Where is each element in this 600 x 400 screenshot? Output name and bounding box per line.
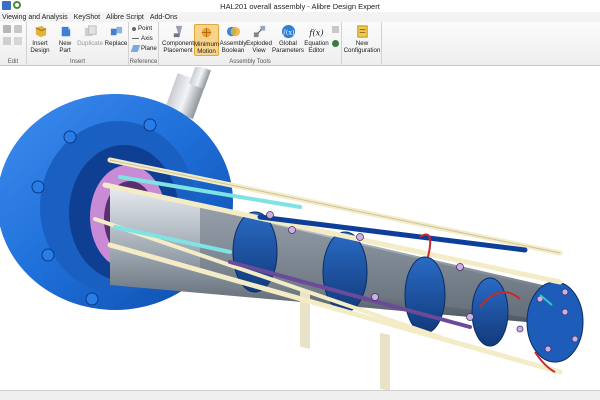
equation-editor-icon: f(x) (309, 27, 324, 37)
new-part-label-2: Part (59, 47, 71, 54)
ribbon-group-reference: Point Axis Plane Reference (129, 22, 159, 66)
insert-design-label-1: Insert (32, 40, 48, 47)
insert-design-button[interactable]: Insert Design (29, 24, 51, 54)
plane-label: Plane (141, 45, 157, 52)
global-parameters-label-1: Global (279, 40, 297, 47)
ribbon-group-configuration: New Configuration (342, 22, 382, 66)
component-placement-label-2: Placement (163, 47, 193, 54)
replace-button[interactable]: Replace (105, 24, 127, 47)
minimum-motion-label-2: Motion (197, 48, 216, 55)
equation-editor-button[interactable]: f(x) Equation Editor (303, 24, 330, 54)
menu-item-keyshot[interactable]: KeyShot (74, 14, 100, 21)
exploded-view-icon (253, 25, 265, 38)
assembly-boolean-label-1: Assembly (219, 40, 247, 47)
cad-viewport[interactable] (0, 67, 600, 390)
equation-editor-label-1: Equation (304, 40, 329, 47)
new-configuration-button[interactable]: New Configuration (344, 24, 380, 54)
assembly-boolean-label-2: Boolean (221, 47, 245, 54)
axis-label: Axis (141, 35, 153, 42)
ribbon-group-assembly-tools: Component Placement Minimum Motion Assem… (159, 22, 342, 66)
title-bar: HAL201 overall assembly - Alibre Design … (0, 0, 600, 12)
edit-delete-icon[interactable] (3, 37, 11, 45)
global-parameters-glyph: ∫(x) (282, 28, 295, 36)
group-label-insert: Insert (69, 59, 85, 65)
new-part-button[interactable]: New Part (55, 24, 75, 54)
equation-glyph: f(x) (309, 27, 324, 37)
ribbon-group-insert: Insert Design New Part Duplicate Replace… (27, 22, 129, 66)
insert-design-label-2: Design (30, 47, 50, 54)
new-configuration-label-1: New (355, 40, 369, 47)
plane-icon (130, 45, 141, 52)
new-configuration-label-2: Configuration (343, 47, 381, 54)
new-part-label-1: New (58, 40, 72, 47)
duplicate-label: Duplicate (77, 40, 103, 47)
assembly-boolean-icon (226, 26, 240, 37)
global-parameters-button[interactable]: ∫(x) Global Parameters (272, 24, 304, 54)
group-label-edit: Edit (7, 59, 19, 65)
group-label-assembly-tools: Assembly Tools (229, 59, 271, 65)
component-placement-label-1: Component (162, 40, 194, 47)
equation-editor-label-2: Editor (308, 47, 325, 54)
edit-copy-icon[interactable] (14, 25, 22, 33)
axis-button[interactable]: Axis (132, 35, 153, 42)
options-icon[interactable] (332, 26, 339, 33)
menu-item-viewing-and-analysis[interactable]: Viewing and Analysis (2, 14, 68, 21)
point-label: Point (138, 25, 153, 32)
window-title: HAL201 overall assembly - Alibre Design … (220, 2, 380, 11)
minimum-motion-icon (201, 27, 212, 38)
axis-icon (132, 38, 139, 39)
global-parameters-label-2: Parameters (272, 47, 304, 54)
menu-item-alibre-script[interactable]: Alibre Script (106, 14, 144, 21)
minimum-motion-label-1: Minimum (193, 41, 220, 48)
minimum-motion-button[interactable]: Minimum Motion (194, 24, 219, 56)
assembly-model (0, 67, 584, 390)
insert-design-icon (35, 25, 46, 38)
duplicate-button[interactable]: Duplicate (76, 24, 104, 47)
new-configuration-icon (356, 25, 368, 38)
menu-bar: Viewing and Analysis KeyShot Alibre Scri… (0, 12, 600, 22)
menu-item-add-ons[interactable]: Add-Ons (150, 14, 178, 21)
status-bar (0, 390, 600, 400)
plane-button[interactable]: Plane (130, 45, 157, 52)
replace-label: Replace (104, 40, 128, 47)
edit-cut-icon[interactable] (3, 25, 11, 33)
ribbon-group-edit: Edit (0, 22, 27, 66)
component-placement-icon (173, 25, 182, 38)
exploded-view-label-1: Exploded (246, 40, 272, 47)
duplicate-icon (84, 25, 97, 37)
status-dot-icon (332, 40, 339, 47)
point-icon (132, 26, 136, 31)
global-parameters-icon: ∫(x) (281, 24, 295, 39)
edit-paste-icon[interactable] (14, 37, 22, 45)
new-part-icon (61, 26, 70, 37)
assembly-boolean-button[interactable]: Assembly Boolean (220, 24, 246, 54)
ribbon: Edit Insert Design New Part Duplicate Re… (0, 22, 600, 66)
component-placement-button[interactable]: Component Placement (162, 24, 194, 54)
point-button[interactable]: Point (132, 25, 152, 32)
exploded-view-label-2: View (252, 47, 266, 54)
group-label-reference: Reference (129, 59, 158, 65)
exploded-view-button[interactable]: Exploded View (246, 24, 272, 54)
replace-icon (110, 26, 122, 36)
